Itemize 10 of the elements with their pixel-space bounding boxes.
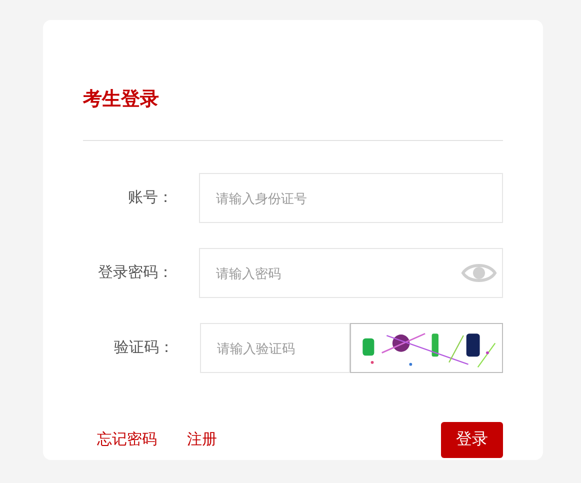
id-number-field[interactable]: 请输入身份证号 xyxy=(199,173,503,223)
account-link[interactable]: 注册 xyxy=(187,428,217,452)
account-link[interactable]: 忘记密码 xyxy=(97,428,157,452)
login-button[interactable]: 登录 xyxy=(441,422,503,458)
captcha-field[interactable]: 请输入验证码 xyxy=(200,323,350,373)
field-label: 登录密码： xyxy=(98,262,173,283)
field-label: 验证码： xyxy=(114,338,174,358)
password-field[interactable]: 请输入密码 xyxy=(199,248,503,298)
field-label: 账号： xyxy=(128,188,173,208)
login-title: 考生登录 xyxy=(83,88,159,112)
